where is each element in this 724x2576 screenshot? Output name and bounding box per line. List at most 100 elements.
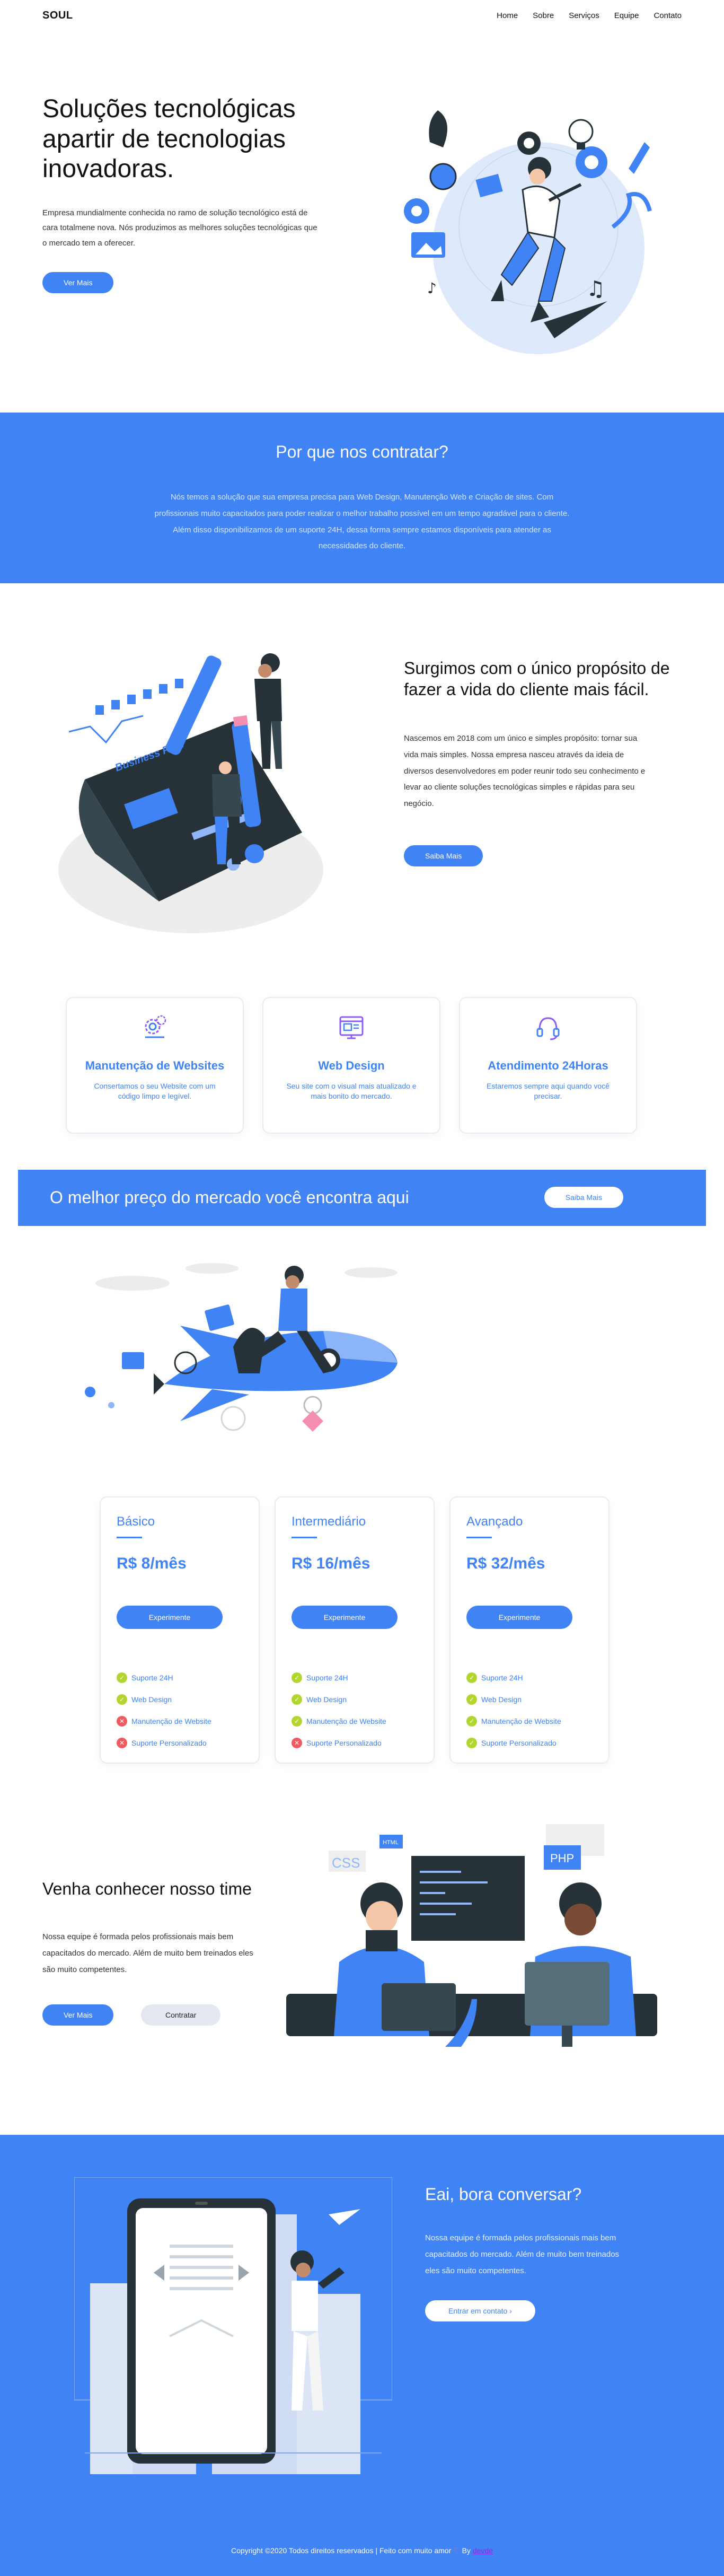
cross-icon: ✕ [117,1716,127,1727]
hero-section: Soluções tecnológicas apartir de tecnolo… [0,31,724,413]
plan-feature: ✓ Suporte Personalizado [466,1738,557,1748]
contact-title: Eai, bora conversar? [425,2185,582,2204]
why-section: Por que nos contratar? Nós temos a soluç… [0,413,724,583]
plan-feature: ✓ Web Design [117,1694,172,1705]
nav-sobre[interactable]: Sobre [533,11,554,20]
check-icon: ✓ [292,1672,302,1683]
check-icon: ✓ [117,1672,127,1683]
footer: Copyright ©2020 Todos direitos reservado… [0,2546,724,2555]
check-icon: ✓ [292,1694,302,1705]
nav-contato[interactable]: Contato [654,11,682,20]
plan-price: R$ 16/mês [292,1555,370,1572]
check-icon: ✓ [466,1672,477,1683]
navbar: SOUL Home Sobre Serviços Equipe Contato [0,0,724,31]
check-icon: ✓ [466,1694,477,1705]
css-tag: CSS [332,1855,360,1871]
hero-illustration: ♪ ♫ [404,110,652,354]
plan-name: Intermediário [292,1514,366,1529]
service-card-web-design[interactable]: Web Design Seu site com o visual mais at… [262,997,440,1134]
plan-card-intermediario: Intermediário R$ 16/mês Experimente ✓ Sup… [275,1496,435,1764]
hero-text: Soluções tecnológicas apartir de tecnolo… [42,94,339,294]
nav-home[interactable]: Home [497,11,518,20]
plan-try-button[interactable]: Experimente [292,1606,398,1629]
music-note-icon: ♫ [586,277,605,301]
plan-feature: ✓ Web Design [466,1694,522,1705]
contact-button[interactable]: Entrar em contato › [425,2300,535,2321]
hero-title: Soluções tecnológicas apartir de tecnolo… [42,95,296,183]
footer-by: By [462,2546,471,2555]
plan-divider [292,1537,317,1538]
service-text: Estaremos sempre aqui quando você precis… [487,1082,610,1100]
team-ver-mais-button[interactable]: Ver Mais [42,2004,114,2026]
gear-icon [404,198,429,224]
php-tag: PHP [550,1852,574,1865]
cross-icon: ✕ [117,1738,127,1748]
plan-card-avancado: Avançado R$ 32/mês Experimente ✓ Suporte … [449,1496,610,1764]
rocket-illustration [85,1263,398,1432]
heart-icon: ♡ [453,2546,460,2555]
gear-icon [517,132,541,155]
business-plan-illustration: Business Plan [58,653,323,933]
service-text: Consertamos o seu Website com um código … [94,1082,216,1100]
why-text: Nós temos a solução que sua empresa prec… [154,493,570,551]
service-title: Web Design [318,1059,385,1072]
about-text: Nascemos em 2018 com um único e simples … [404,734,646,808]
gears-icon [145,1015,166,1038]
plan-feature: ✕ Suporte Personalizado [292,1738,382,1748]
plan-feature: ✓ Suporte 24H [466,1672,523,1683]
plan-feature: ✓ Manutenção de Website [466,1716,561,1727]
banner-saiba-mais-button[interactable]: Saiba Mais [544,1187,623,1208]
plan-feature: ✓ Suporte 24H [292,1672,348,1683]
plan-price: R$ 32/mês [466,1555,545,1572]
price-banner: O melhor preço do mercado você encontra … [18,1170,706,1226]
nav-servicos[interactable]: Serviços [569,11,599,20]
check-icon: ✓ [292,1716,302,1727]
brand-logo[interactable]: SOUL [42,10,73,22]
footer-copyright: Copyright ©2020 Todos direitos reservado… [231,2546,452,2555]
hero-ver-mais-button[interactable]: Ver Mais [42,272,114,294]
plan-name: Avançado [466,1514,523,1529]
plan-divider [117,1537,142,1538]
footer-author-link[interactable]: devde [473,2546,493,2555]
nav-equipe[interactable]: Equipe [614,11,639,20]
team-text: Nossa equipe é formada pelos profissiona… [42,1932,253,1974]
team-illustration: CSS HTML PHP [286,1824,668,2057]
plan-feature: ✓ Suporte 24H [117,1672,173,1683]
banner-title: O melhor preço do mercado você encontra … [50,1188,409,1207]
nav-menu: Home Sobre Serviços Equipe Contato [497,11,682,20]
contact-section: Eai, bora conversar? Nossa equipe é form… [0,2135,724,2576]
plan-feature: ✕ Manutenção de Website [117,1716,211,1727]
about-title: Surgimos com o único propósito de fazer … [404,659,670,699]
plan-feature: ✕ Suporte Personalizado [117,1738,207,1748]
plan-try-button[interactable]: Experimente [466,1606,572,1629]
headset-icon [536,1017,560,1040]
service-title: Atendimento 24Horas [488,1059,608,1072]
plan-try-button[interactable]: Experimente [117,1606,223,1629]
about-saiba-mais-button[interactable]: Saiba Mais [404,845,483,866]
why-title: Por que nos contratar? [276,442,448,461]
service-text: Seu site com o visual mais atualizado e … [286,1082,417,1100]
cross-icon: ✕ [292,1738,302,1748]
plan-name: Básico [117,1514,155,1529]
page: SOUL Home Sobre Serviços Equipe Contato … [0,0,724,2576]
plan-feature: ✓ Manutenção de Website [292,1716,386,1727]
service-card-support[interactable]: Atendimento 24Horas Estaremos sempre aqu… [459,997,637,1134]
html-tag: HTML [383,1839,399,1846]
check-icon: ✓ [466,1738,477,1748]
contact-illustration [74,2177,392,2474]
team-title: Venha conhecer nosso time [42,1879,252,1898]
service-card-maintenance[interactable]: Manutenção de Websites Consertamos o seu… [66,997,244,1134]
check-icon: ✓ [117,1694,127,1705]
service-title: Manutenção de Websites [85,1059,225,1072]
hero-description: Empresa mundialmente conhecida no ramo d… [42,208,317,248]
plan-price: R$ 8/mês [117,1555,187,1572]
browser-design-icon [339,1016,364,1039]
plan-feature: ✓ Web Design [292,1694,347,1705]
team-contratar-button[interactable]: Contratar [141,2004,221,2026]
rocket-icon [429,110,447,147]
gear-icon [576,146,607,178]
contact-text: Nossa equipe é formada pelos profissiona… [425,2233,620,2275]
check-icon: ✓ [466,1716,477,1727]
plan-divider [466,1537,492,1538]
music-note-icon: ♪ [427,279,437,297]
